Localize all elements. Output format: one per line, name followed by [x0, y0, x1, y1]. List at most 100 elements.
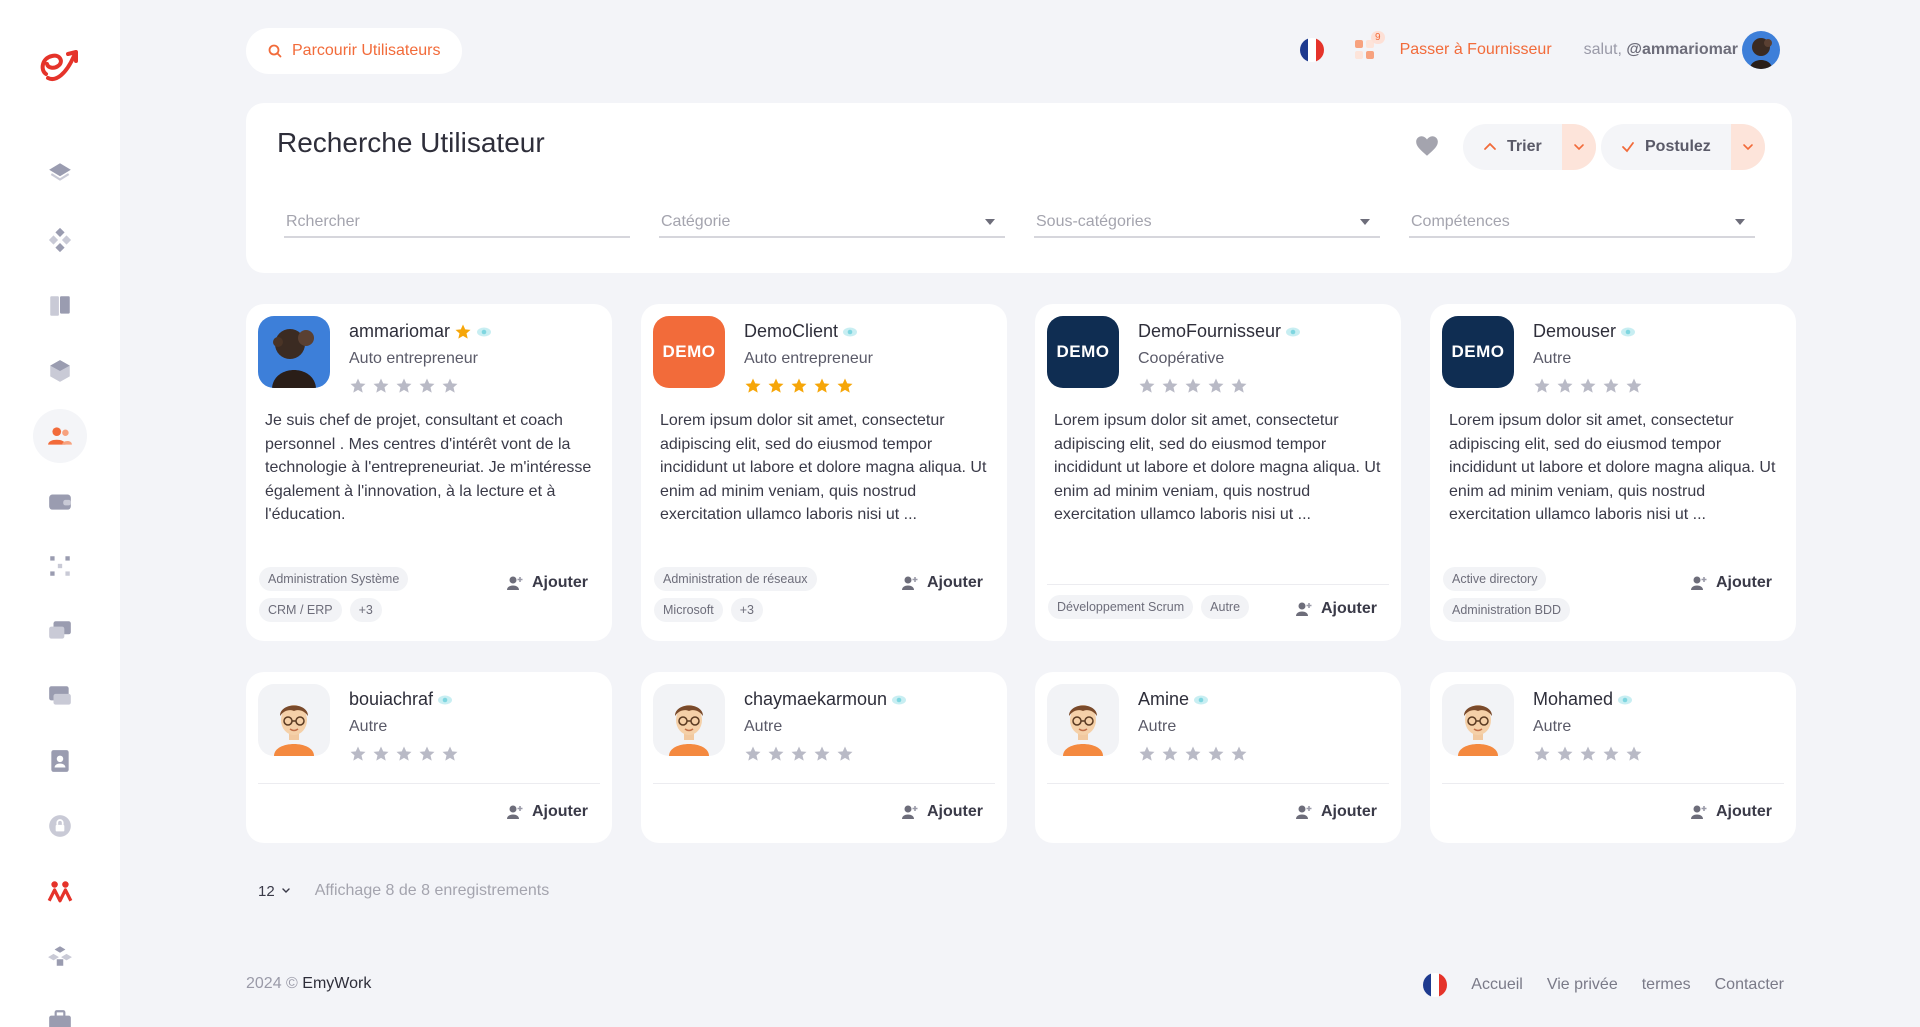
- user-name[interactable]: Amine: [1138, 689, 1189, 710]
- verified-eye-icon: [477, 327, 492, 336]
- footer-link-contact[interactable]: Contacter: [1715, 976, 1784, 994]
- skill-tag[interactable]: Active directory: [1443, 567, 1547, 591]
- notification-badge: 9: [1371, 31, 1385, 44]
- card-divider: [258, 783, 600, 784]
- nav-documents-icon[interactable]: [33, 279, 87, 333]
- apply-dropdown-chevron-icon[interactable]: [1730, 124, 1765, 170]
- skill-tag[interactable]: CRM / ERP: [259, 598, 342, 622]
- user-card[interactable]: ammariomar Auto entrepreneur Je suis chef …: [246, 304, 612, 641]
- sort-dropdown-chevron-icon[interactable]: [1561, 124, 1596, 170]
- footer-language-flag-icon[interactable]: [1423, 973, 1448, 997]
- star-icon: [1185, 746, 1201, 761]
- user-card[interactable]: DEMO DemoClient Auto entrepreneur Lorem ips…: [641, 304, 1007, 641]
- user-card[interactable]: Mohamed Autre Ajouter: [1430, 672, 1796, 843]
- add-user-label: Ajouter: [1716, 803, 1772, 820]
- browse-users-button[interactable]: Parcourir Utilisateurs: [246, 28, 463, 74]
- user-avatar[interactable]: [1742, 31, 1780, 69]
- nav-lock-icon[interactable]: [33, 799, 87, 853]
- user-name-row: DemoClient: [744, 321, 858, 342]
- skills-placeholder: Compétences: [1411, 213, 1510, 230]
- nav-contact-icon[interactable]: [33, 734, 87, 788]
- nav-briefcase-icon[interactable]: [33, 994, 87, 1027]
- nav-team-icon[interactable]: [33, 864, 87, 918]
- skill-tag[interactable]: Développement Scrum: [1048, 595, 1194, 619]
- star-icon: [814, 746, 830, 761]
- user-name[interactable]: Mohamed: [1533, 689, 1613, 710]
- add-user-button[interactable]: Ajouter: [901, 574, 983, 592]
- verified-eye-icon: [1194, 695, 1209, 704]
- star-icon: [1208, 378, 1224, 393]
- nav-grid-icon[interactable]: [33, 539, 87, 593]
- user-name[interactable]: ammariomar: [349, 321, 450, 342]
- user-name[interactable]: bouiachraf: [349, 689, 433, 710]
- star-icon: [350, 378, 366, 393]
- rating-stars: [1138, 377, 1248, 395]
- add-user-button[interactable]: Ajouter: [1690, 574, 1772, 592]
- user-role: Autre: [744, 718, 783, 735]
- arrow-up-icon: [1484, 142, 1496, 150]
- apply-button[interactable]: Postulez: [1601, 124, 1765, 170]
- category-select[interactable]: Catégorie: [659, 208, 1005, 238]
- user-card[interactable]: bouiachraf Autre Ajouter: [246, 672, 612, 843]
- nav-box-icon[interactable]: [33, 344, 87, 398]
- page-title: Recherche Utilisateur: [277, 127, 545, 158]
- user-card[interactable]: DEMO DemoFournisseur Coopérative Lorem ipsu…: [1035, 304, 1401, 641]
- emywork-logo-icon[interactable]: [36, 44, 82, 88]
- add-user-button[interactable]: Ajouter: [1295, 803, 1377, 821]
- skill-tag[interactable]: Administration de réseaux: [654, 567, 817, 591]
- user-card[interactable]: DEMO Demouser Autre Lorem ipsum dolor sit a…: [1430, 304, 1796, 641]
- search-icon: [268, 44, 282, 58]
- star-icon: [350, 746, 366, 761]
- star-icon: [1231, 746, 1247, 761]
- search-input[interactable]: Rchercher: [284, 208, 630, 238]
- footer-links: Accueil Vie privée termes Contacter: [1423, 973, 1784, 997]
- nav-wallet-icon[interactable]: [33, 474, 87, 528]
- nav-chat-icon[interactable]: [33, 604, 87, 658]
- skills-select[interactable]: Compétences: [1409, 208, 1755, 238]
- notifications-icon[interactable]: 9: [1354, 31, 1385, 61]
- skill-tag[interactable]: Administration Système: [259, 567, 409, 591]
- star-icon: [373, 378, 389, 393]
- sort-label: Trier: [1507, 138, 1542, 155]
- user-name[interactable]: DemoFournisseur: [1138, 321, 1281, 342]
- per-page-select[interactable]: 12: [258, 883, 291, 900]
- add-user-button[interactable]: Ajouter: [1295, 600, 1377, 618]
- nav-users-icon[interactable]: [33, 409, 87, 463]
- user-name[interactable]: Demouser: [1533, 321, 1616, 342]
- footer-link-home[interactable]: Accueil: [1471, 976, 1523, 994]
- footer-link-privacy[interactable]: Vie privée: [1547, 976, 1618, 994]
- add-user-button[interactable]: Ajouter: [901, 803, 983, 821]
- skill-tag[interactable]: +3: [349, 598, 382, 622]
- nav-components-icon[interactable]: [33, 213, 87, 267]
- brand-name[interactable]: EmyWork: [302, 975, 371, 992]
- user-description: Lorem ipsum dolor sit amet, consectetur …: [1054, 412, 1381, 523]
- subcategory-select[interactable]: Sous-catégories: [1034, 208, 1380, 238]
- star-icon: [1580, 746, 1596, 761]
- star-icon: [442, 746, 458, 761]
- add-user-button[interactable]: Ajouter: [1690, 803, 1772, 821]
- card-divider: [1047, 783, 1389, 784]
- add-user-button[interactable]: Ajouter: [506, 574, 588, 592]
- skill-tag[interactable]: Microsoft: [654, 598, 723, 622]
- nav-messages-icon[interactable]: [33, 669, 87, 723]
- greeting-prefix: salut,: [1583, 41, 1622, 58]
- user-card[interactable]: Amine Autre Ajouter: [1035, 672, 1401, 843]
- user-name[interactable]: DemoClient: [744, 321, 838, 342]
- nav-layers-icon[interactable]: [33, 146, 87, 200]
- favorites-heart-icon[interactable]: [1414, 133, 1440, 159]
- skill-tag[interactable]: +3: [730, 598, 763, 622]
- skill-tag[interactable]: Autre: [1201, 595, 1250, 619]
- footer-link-terms[interactable]: termes: [1642, 976, 1691, 994]
- switch-to-provider-link[interactable]: Passer à Fournisseur: [1400, 41, 1552, 59]
- add-user-button[interactable]: Ajouter: [506, 803, 588, 821]
- star-icon: [373, 746, 389, 761]
- skill-tag[interactable]: Administration BDD: [1443, 598, 1571, 622]
- user-card[interactable]: chaymaekarmoun Autre Ajouter: [641, 672, 1007, 843]
- search-panel: Recherche Utilisateur Trier Postulez Rch…: [246, 103, 1792, 273]
- user-name[interactable]: chaymaekarmoun: [744, 689, 887, 710]
- sort-button[interactable]: Trier: [1463, 124, 1596, 170]
- language-flag-icon[interactable]: [1299, 38, 1324, 62]
- verified-eye-icon: [1286, 327, 1301, 336]
- nav-modules-icon[interactable]: [33, 929, 87, 983]
- company-logo-text: DEMO: [1451, 342, 1505, 361]
